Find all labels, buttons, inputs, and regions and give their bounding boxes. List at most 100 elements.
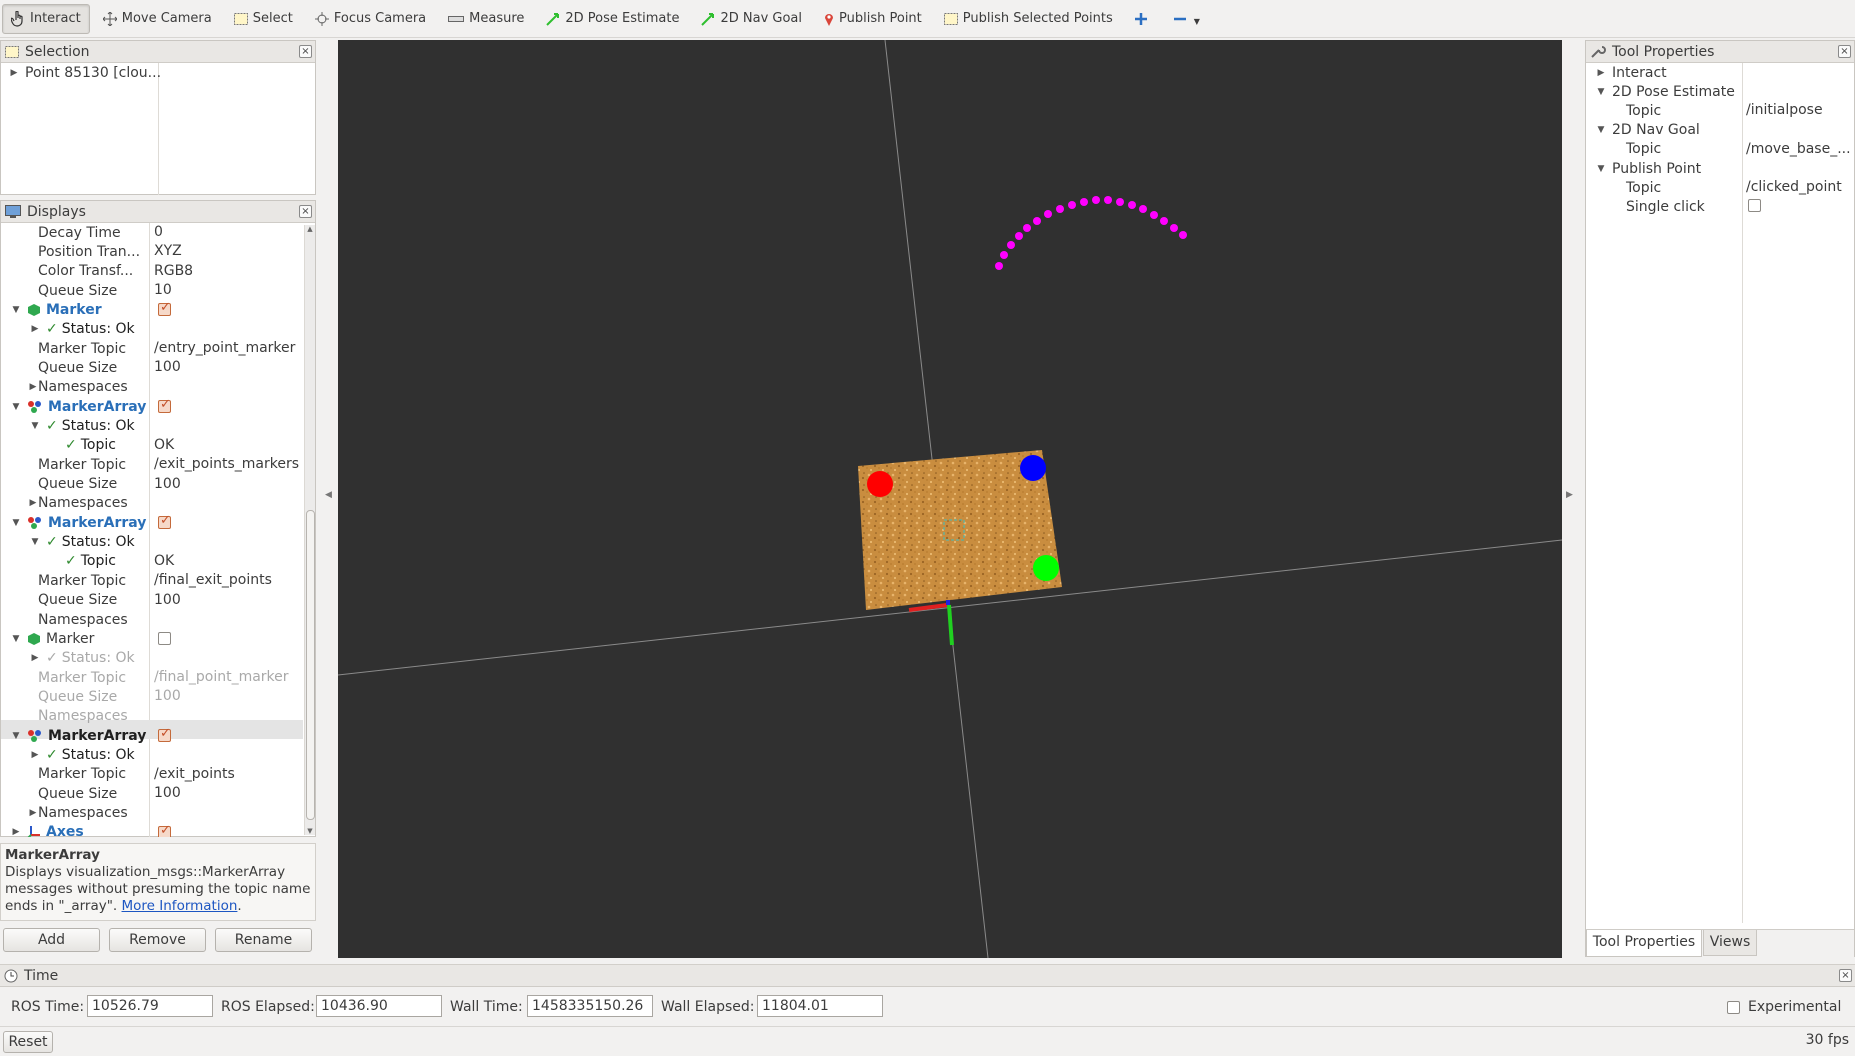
single-click-checkbox[interactable] — [1748, 199, 1761, 213]
move-camera-tool-button[interactable]: Move Camera — [94, 4, 221, 34]
display-tree-row[interactable]: ▶ Namespaces — [1, 804, 303, 823]
display-tree-row[interactable]: ▶ Namespaces — [1, 378, 303, 397]
scrollbar-thumb[interactable] — [306, 510, 315, 820]
display-tree-row[interactable]: ▶ ✓ Status: Ok — [1, 320, 303, 339]
scene-canvas[interactable] — [338, 40, 1562, 958]
display-tree-row[interactable]: ▼ ✓ Status: Ok — [1, 417, 303, 436]
display-tree-row[interactable]: ▶ ✓ Status: Ok — [1, 745, 303, 764]
collapse-arrow-icon[interactable]: ▼ — [1596, 125, 1606, 135]
display-property-value[interactable]: 10 — [154, 282, 302, 298]
tool-property-row[interactable]: Topic — [1586, 140, 1661, 159]
reset-button[interactable]: Reset — [3, 1031, 53, 1053]
rename-button[interactable]: Rename — [215, 928, 312, 952]
display-tree-row[interactable]: ▼ Marker — [1, 629, 303, 648]
display-enabled-checkbox[interactable] — [158, 726, 171, 743]
collapse-arrow-icon[interactable]: ▼ — [11, 305, 21, 315]
display-tree-row[interactable]: ▼ Marker — [1, 300, 303, 319]
expand-arrow-icon[interactable]: ▶ — [11, 827, 21, 837]
display-tree-row[interactable]: Namespaces — [1, 707, 303, 726]
tab-tool-properties[interactable]: Tool Properties — [1586, 930, 1702, 957]
expand-arrow-icon[interactable]: ▶ — [30, 653, 40, 663]
display-property-value[interactable]: OK — [154, 437, 302, 453]
tool-property-row[interactable]: Single click — [1586, 197, 1705, 216]
expand-arrow-icon[interactable]: ▶ — [9, 68, 19, 78]
measure-tool-button[interactable]: Measure — [439, 4, 533, 34]
expand-arrow-icon[interactable]: ▶ — [30, 324, 40, 334]
display-tree-row[interactable]: ▼ MarkerArray — [1, 397, 303, 416]
tool-property-row[interactable]: Topic — [1586, 101, 1661, 120]
collapse-arrow-icon[interactable]: ▼ — [1596, 164, 1606, 174]
remove-button[interactable]: Remove — [109, 928, 206, 952]
display-enabled-checkbox[interactable] — [158, 632, 171, 646]
close-icon[interactable]: × — [299, 205, 312, 218]
scroll-up-arrow-icon[interactable]: ▲ — [305, 225, 315, 233]
display-property-value[interactable]: /entry_point_marker — [154, 340, 302, 356]
nav-goal-tool-button[interactable]: 2D Nav Goal — [692, 4, 811, 34]
display-property-value[interactable]: RGB8 — [154, 263, 302, 279]
display-property-value[interactable]: /final_point_marker — [154, 669, 302, 685]
display-property-value[interactable]: 100 — [154, 359, 302, 375]
display-enabled-checkbox[interactable] — [158, 397, 171, 414]
display-property-value[interactable]: 100 — [154, 592, 302, 608]
tool-property-row[interactable]: ▶ Interact — [1586, 63, 1667, 82]
collapse-arrow-icon[interactable]: ▼ — [1596, 87, 1606, 97]
wall-time-field[interactable]: 1458335150.26 — [527, 995, 653, 1017]
collapse-arrow-icon[interactable]: ▼ — [30, 421, 40, 431]
expand-arrow-icon[interactable]: ▶ — [28, 498, 38, 508]
right-collapse-handle[interactable]: ▶ — [1566, 490, 1573, 500]
display-tree-row[interactable]: ▼ MarkerArray — [1, 726, 303, 745]
render-viewport[interactable] — [338, 40, 1562, 958]
publish-selected-tool-button[interactable]: Publish Selected Points — [935, 4, 1122, 34]
more-information-link[interactable]: More Information — [122, 898, 238, 914]
expand-arrow-icon[interactable]: ▶ — [28, 808, 38, 818]
display-property-value[interactable]: OK — [154, 553, 302, 569]
tab-views[interactable]: Views — [1703, 930, 1757, 956]
displays-scrollbar[interactable]: ▲ ▼ — [304, 225, 315, 835]
display-enabled-checkbox[interactable] — [158, 513, 171, 530]
wall-elapsed-field[interactable]: 11804.01 — [757, 995, 883, 1017]
focus-camera-tool-button[interactable]: Focus Camera — [306, 4, 435, 34]
display-property-value[interactable]: 100 — [154, 785, 302, 801]
add-tool-button[interactable] — [1126, 4, 1161, 34]
display-property-value[interactable]: /exit_points_markers — [154, 456, 302, 472]
collapse-arrow-icon[interactable]: ▼ — [30, 537, 40, 547]
remove-tool-menu[interactable]: ▼ — [1165, 4, 1209, 34]
collapse-arrow-icon[interactable]: ▼ — [11, 402, 21, 412]
experimental-checkbox[interactable] — [1727, 1001, 1740, 1014]
display-enabled-checkbox[interactable] — [158, 300, 171, 317]
collapse-arrow-icon[interactable]: ▼ — [11, 634, 21, 644]
publish-point-tool-button[interactable]: Publish Point — [815, 4, 931, 34]
display-property-value[interactable]: /exit_points — [154, 766, 302, 782]
tool-property-value[interactable]: /clicked_point — [1746, 179, 1852, 195]
display-tree-row[interactable]: ▼ ✓ Status: Ok — [1, 533, 303, 552]
expand-arrow-icon[interactable]: ▶ — [28, 382, 38, 392]
tool-property-row[interactable]: Topic — [1586, 178, 1661, 197]
collapse-arrow-icon[interactable]: ▼ — [11, 731, 21, 741]
tool-property-row[interactable]: ▼ 2D Nav Goal — [1586, 121, 1700, 140]
selection-item[interactable]: ▶ Point 85130 [clou... — [9, 63, 162, 82]
expand-arrow-icon[interactable]: ▶ — [1596, 68, 1606, 78]
display-tree-row[interactable]: ▶ Axes — [1, 823, 303, 837]
display-property-value[interactable]: 100 — [154, 688, 302, 704]
close-icon[interactable]: × — [1839, 969, 1852, 982]
tool-property-row[interactable]: ▼ 2D Pose Estimate — [1586, 82, 1735, 101]
pose-estimate-tool-button[interactable]: 2D Pose Estimate — [537, 4, 688, 34]
add-button[interactable]: Add — [3, 928, 100, 952]
tool-property-value[interactable]: /move_base_... — [1746, 141, 1852, 157]
display-property-value[interactable]: XYZ — [154, 243, 302, 259]
display-tree-row[interactable]: ▼ MarkerArray — [1, 513, 303, 532]
display-enabled-checkbox[interactable] — [158, 823, 171, 837]
collapse-arrow-icon[interactable]: ▼ — [11, 518, 21, 528]
close-icon[interactable]: × — [1838, 45, 1851, 58]
ros-elapsed-field[interactable]: 10436.90 — [316, 995, 442, 1017]
interact-tool-button[interactable]: Interact — [2, 3, 90, 34]
display-property-value[interactable]: 0 — [154, 224, 302, 240]
close-icon[interactable]: × — [299, 45, 312, 58]
display-tree-row[interactable]: ▶ ✓ Status: Ok — [1, 649, 303, 668]
ros-time-field[interactable]: 10526.79 — [87, 995, 213, 1017]
expand-arrow-icon[interactable]: ▶ — [30, 750, 40, 760]
display-property-value[interactable]: /final_exit_points — [154, 572, 302, 588]
tool-property-value[interactable]: /initialpose — [1746, 102, 1852, 118]
display-property-value[interactable]: 100 — [154, 476, 302, 492]
display-tree-row[interactable]: ▶ Namespaces — [1, 494, 303, 513]
